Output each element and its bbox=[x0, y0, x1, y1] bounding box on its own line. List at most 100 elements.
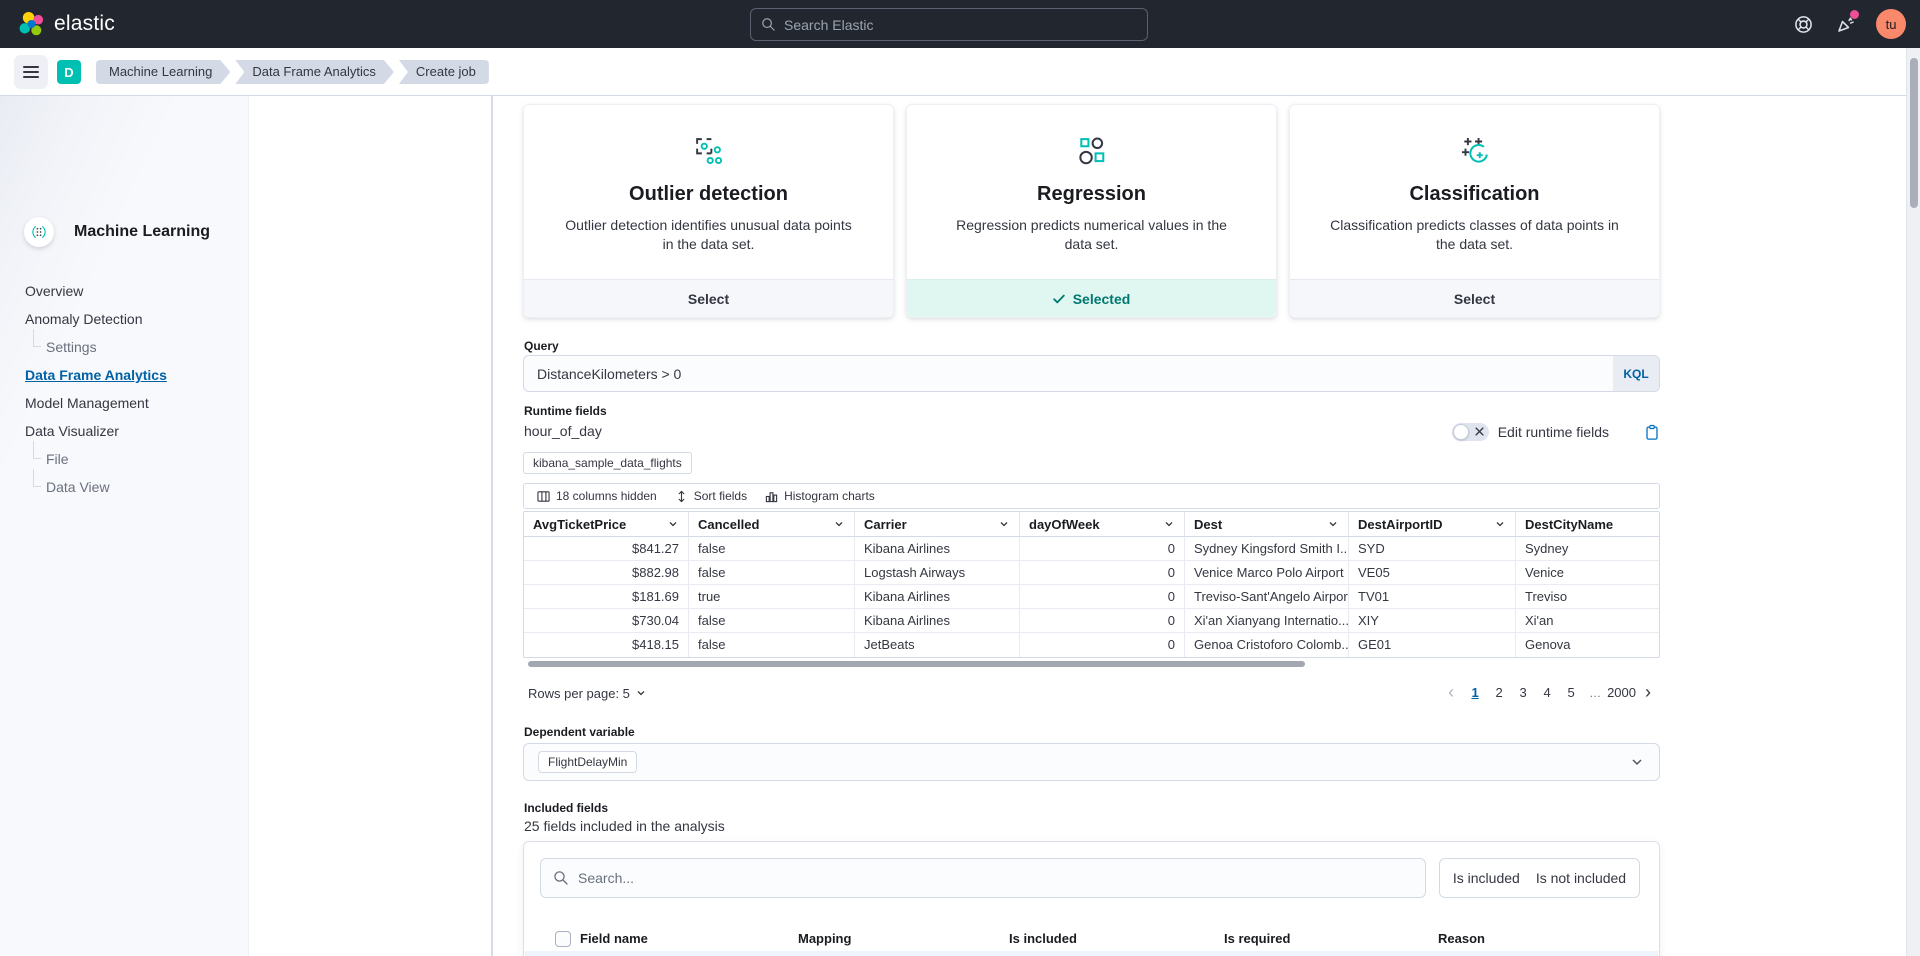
horizontal-scrollbar-thumb[interactable] bbox=[528, 661, 1305, 667]
column-header-cancelled[interactable]: Cancelled bbox=[689, 512, 855, 537]
cell: Sydney Kingsford Smith I... bbox=[1185, 537, 1349, 561]
news-button[interactable] bbox=[1834, 13, 1856, 35]
runtime-fields-label: Runtime fields bbox=[524, 404, 607, 418]
query-language-button[interactable]: KQL bbox=[1613, 356, 1659, 391]
global-search[interactable] bbox=[750, 8, 1148, 41]
sidebar-item-data-frame-analytics[interactable]: Data Frame Analytics bbox=[0, 361, 248, 389]
cell: Treviso-Sant'Angelo Airport bbox=[1185, 585, 1349, 609]
datagrid-header: AvgTicketPrice Cancelled Carrier dayOfWe… bbox=[524, 512, 1659, 537]
column-header-dest[interactable]: Dest bbox=[1185, 512, 1349, 537]
cell: false bbox=[689, 561, 855, 585]
fields-table-header: Field name Mapping Is included Is requir… bbox=[524, 929, 1659, 951]
outlier-detection-icon bbox=[524, 131, 893, 171]
card-title: Classification bbox=[1290, 183, 1659, 206]
nav-menu-button[interactable] bbox=[14, 55, 48, 89]
fields-search bbox=[540, 858, 1426, 898]
sidebar-item-overview[interactable]: Overview bbox=[0, 277, 248, 305]
query-input[interactable] bbox=[524, 356, 1613, 391]
cell: TV01 bbox=[1349, 585, 1516, 609]
copy-button[interactable] bbox=[1644, 424, 1660, 441]
cell: Treviso bbox=[1516, 585, 1659, 609]
job-type-card-regression[interactable]: Regression Regression predicts numerical… bbox=[906, 104, 1277, 318]
dependent-variable-select[interactable]: FlightDelayMin bbox=[523, 743, 1660, 781]
content-divider bbox=[491, 96, 493, 956]
job-type-card-outlier-detection[interactable]: Outlier detection Outlier detection iden… bbox=[523, 104, 894, 318]
page-button-2[interactable]: 2 bbox=[1487, 681, 1511, 705]
page-button-3[interactable]: 3 bbox=[1511, 681, 1535, 705]
fields-search-input[interactable] bbox=[578, 870, 1413, 886]
page-button-4[interactable]: 4 bbox=[1535, 681, 1559, 705]
create-job-wizard: Outlier detection Outlier detection iden… bbox=[523, 96, 1660, 956]
included-fields-panel: Is included Is not included Field name M… bbox=[523, 841, 1660, 956]
sidebar: Machine Learning Overview Anomaly Detect… bbox=[0, 96, 249, 956]
toggle-off-icon bbox=[1475, 427, 1484, 436]
select-outlier-detection-button[interactable]: Select bbox=[524, 279, 893, 317]
cell: 0 bbox=[1020, 537, 1185, 561]
fields-column-is-included[interactable]: Is included bbox=[1009, 931, 1077, 946]
breadcrumb-bar: D Machine Learning Data Frame Analytics … bbox=[0, 48, 1906, 96]
page-ellipsis: … bbox=[1583, 681, 1607, 705]
sidebar-item-data-view[interactable]: Data View bbox=[0, 473, 248, 501]
page-button-5[interactable]: 5 bbox=[1559, 681, 1583, 705]
select-classification-button[interactable]: Select bbox=[1290, 279, 1659, 317]
next-page-button[interactable]: › bbox=[1636, 681, 1660, 705]
cell: true bbox=[689, 585, 855, 609]
columns-icon bbox=[537, 490, 550, 503]
fields-column-reason[interactable]: Reason bbox=[1438, 931, 1485, 946]
filter-is-included-button[interactable]: Is included bbox=[1445, 870, 1528, 886]
cell: XIY bbox=[1349, 609, 1516, 633]
elastic-logo[interactable]: elastic bbox=[18, 0, 115, 48]
machine-learning-app-icon bbox=[24, 217, 54, 247]
rows-per-page-button[interactable]: Rows per page: 5 bbox=[523, 686, 647, 701]
page-button-2000[interactable]: 2000 bbox=[1607, 681, 1636, 705]
selected-regression-button[interactable]: Selected bbox=[907, 279, 1276, 317]
chevron-down-icon bbox=[998, 518, 1010, 530]
sidebar-item-settings[interactable]: Settings bbox=[0, 333, 248, 361]
previous-page-button[interactable]: ‹ bbox=[1439, 681, 1463, 705]
notification-dot bbox=[1850, 10, 1859, 19]
fields-column-field-name[interactable]: Field name bbox=[580, 931, 648, 946]
column-header-dayofweek[interactable]: dayOfWeek bbox=[1020, 512, 1185, 537]
global-search-input[interactable] bbox=[784, 17, 1137, 33]
vertical-scrollbar-thumb[interactable] bbox=[1910, 58, 1918, 208]
search-icon bbox=[553, 870, 569, 886]
page-buttons: ‹ 1 2 3 4 5 … 2000 › bbox=[1439, 681, 1660, 705]
sidebar-title: Machine Learning bbox=[74, 223, 210, 241]
cell: Sydney bbox=[1516, 537, 1659, 561]
query-bar: KQL bbox=[523, 355, 1660, 392]
filter-is-not-included-button[interactable]: Is not included bbox=[1528, 870, 1634, 886]
cell: 0 bbox=[1020, 585, 1185, 609]
cell: Xi'an bbox=[1516, 609, 1659, 633]
query-label: Query bbox=[524, 339, 559, 353]
column-header-destcityname[interactable]: DestCityName bbox=[1516, 512, 1659, 537]
table-row: $841.27 false Kibana Airlines 0 Sydney K… bbox=[524, 537, 1659, 561]
job-type-cards: Outlier detection Outlier detection iden… bbox=[523, 104, 1660, 318]
column-header-carrier[interactable]: Carrier bbox=[855, 512, 1020, 537]
chevron-down-icon bbox=[667, 518, 679, 530]
page-button-1[interactable]: 1 bbox=[1463, 681, 1487, 705]
card-title: Regression bbox=[907, 183, 1276, 206]
column-header-avgticketprice[interactable]: AvgTicketPrice bbox=[524, 512, 689, 537]
toggle-knob bbox=[1453, 424, 1469, 440]
deployment-badge[interactable]: D bbox=[57, 60, 81, 84]
fields-column-mapping[interactable]: Mapping bbox=[798, 931, 851, 946]
column-header-destairportid[interactable]: DestAirportID bbox=[1349, 512, 1516, 537]
select-all-checkbox[interactable] bbox=[555, 931, 571, 947]
help-button[interactable] bbox=[1792, 13, 1814, 35]
breadcrumb-data-frame-analytics[interactable]: Data Frame Analytics bbox=[235, 60, 394, 84]
job-type-card-classification[interactable]: Classification Classification predicts c… bbox=[1289, 104, 1660, 318]
breadcrumb-machine-learning[interactable]: Machine Learning bbox=[96, 60, 230, 84]
vertical-scrollbar-track bbox=[1906, 48, 1920, 956]
breadcrumb-create-job[interactable]: Create job bbox=[399, 60, 489, 84]
fields-column-is-required[interactable]: Is required bbox=[1224, 931, 1290, 946]
columns-hidden-button[interactable]: 18 columns hidden bbox=[528, 484, 666, 508]
user-avatar[interactable]: tu bbox=[1876, 9, 1906, 39]
histogram-charts-button[interactable]: Histogram charts bbox=[756, 484, 884, 508]
table-row: $418.15 false JetBeats 0 Genoa Cristofor… bbox=[524, 633, 1659, 657]
top-header: elastic bbox=[0, 0, 1920, 48]
cell: Venice bbox=[1516, 561, 1659, 585]
sidebar-item-model-management[interactable]: Model Management bbox=[0, 389, 248, 417]
sort-fields-button[interactable]: Sort fields bbox=[666, 484, 756, 508]
chevron-down-icon bbox=[1629, 754, 1645, 770]
edit-runtime-fields-toggle[interactable] bbox=[1452, 423, 1489, 441]
